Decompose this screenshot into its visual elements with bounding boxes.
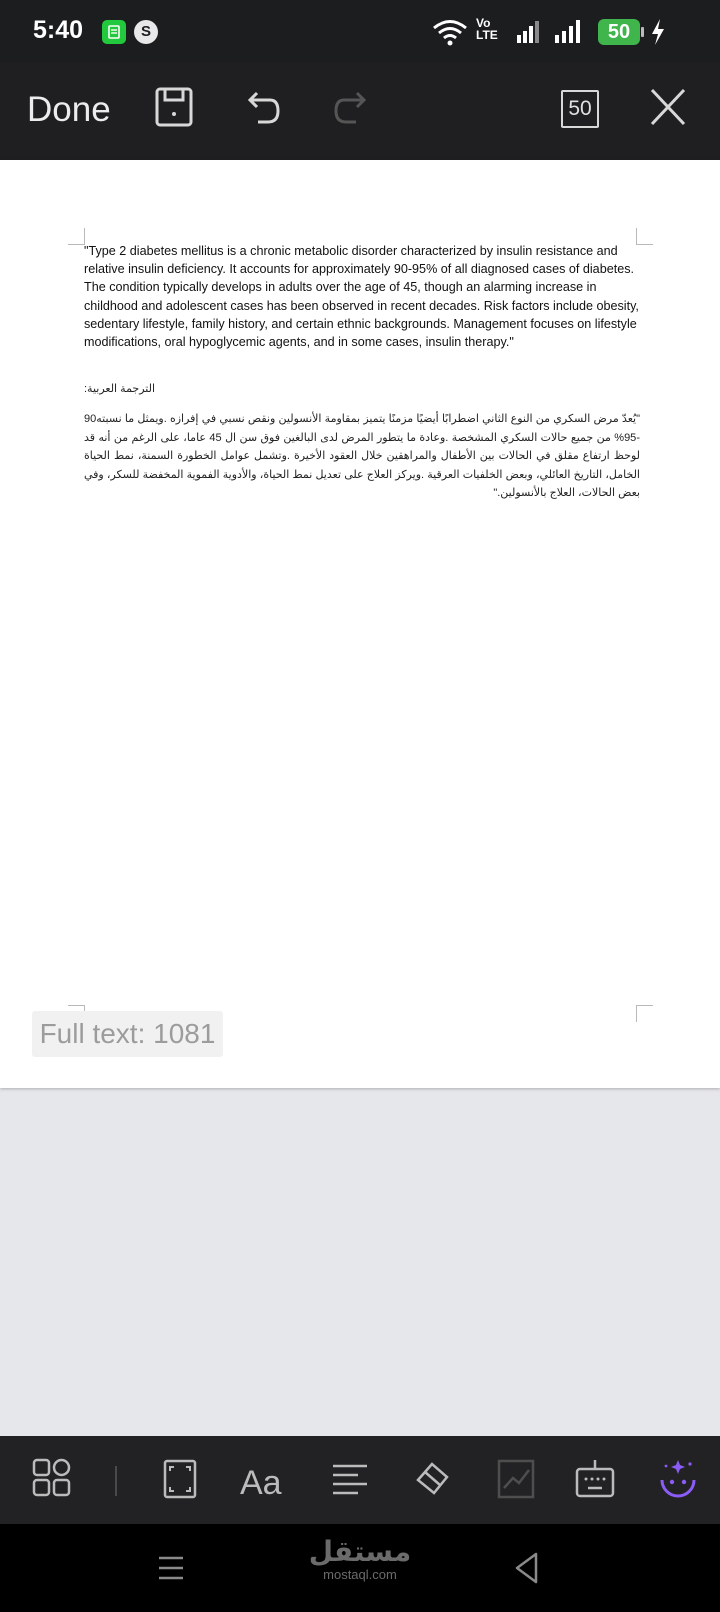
app-notification-icon <box>102 20 126 44</box>
back-icon[interactable] <box>512 1546 542 1590</box>
word-count-chip: Full text: 1081 <box>32 1011 223 1057</box>
redo-icon[interactable] <box>332 86 372 128</box>
chart-icon[interactable] <box>496 1458 536 1500</box>
watermark: مستقل mostaql.com <box>300 1536 420 1582</box>
toolbar-divider <box>115 1466 117 1496</box>
watermark-latin: mostaql.com <box>323 1567 397 1582</box>
apps-grid-icon[interactable] <box>32 1458 72 1498</box>
volte-indicator: Vo LTE <box>476 16 498 42</box>
page-count-button[interactable]: 50 <box>561 90 599 128</box>
margin-corner-bottom-right <box>636 1005 653 1022</box>
ai-assistant-icon[interactable] <box>658 1458 698 1500</box>
wifi-icon <box>433 20 467 46</box>
system-nav-bar: مستقل mostaql.com <box>0 1524 720 1612</box>
signal-strength-1-icon <box>517 21 539 43</box>
font-icon[interactable]: Aa <box>240 1458 284 1500</box>
arabic-heading[interactable]: الترجمة العربية: <box>84 382 184 395</box>
svg-text:Aa: Aa <box>240 1464 282 1500</box>
done-button[interactable]: Done <box>27 90 111 130</box>
status-bar: 5:40 S Vo LTE 50 <box>0 0 720 62</box>
battery-indicator: 50 <box>598 19 644 45</box>
signal-strength-2-icon <box>555 20 580 43</box>
charging-bolt-icon <box>652 19 664 45</box>
undo-icon[interactable] <box>242 86 282 128</box>
eraser-icon[interactable] <box>412 1458 452 1500</box>
margin-corner-top-left <box>68 228 85 245</box>
editor-toolbar: Done 50 <box>0 62 720 160</box>
edit-tools-bar: Aa <box>0 1436 720 1524</box>
english-paragraph[interactable]: "Type 2 diabetes mellitus is a chronic m… <box>84 242 644 351</box>
keyboard-icon[interactable] <box>574 1458 616 1500</box>
align-icon[interactable] <box>330 1458 370 1500</box>
fullscreen-icon[interactable] <box>160 1458 200 1500</box>
arabic-paragraph[interactable]: "يُعدّ مرض السكري من النوع الثاني اضطراب… <box>84 410 640 503</box>
recent-apps-icon[interactable] <box>156 1546 186 1590</box>
s-app-icon: S <box>134 20 158 44</box>
watermark-arabic: مستقل <box>308 1536 412 1567</box>
save-icon[interactable] <box>154 86 194 128</box>
close-icon[interactable] <box>648 86 688 128</box>
document-page[interactable]: "Type 2 diabetes mellitus is a chronic m… <box>0 160 720 1088</box>
status-time: 5:40 <box>33 16 84 44</box>
